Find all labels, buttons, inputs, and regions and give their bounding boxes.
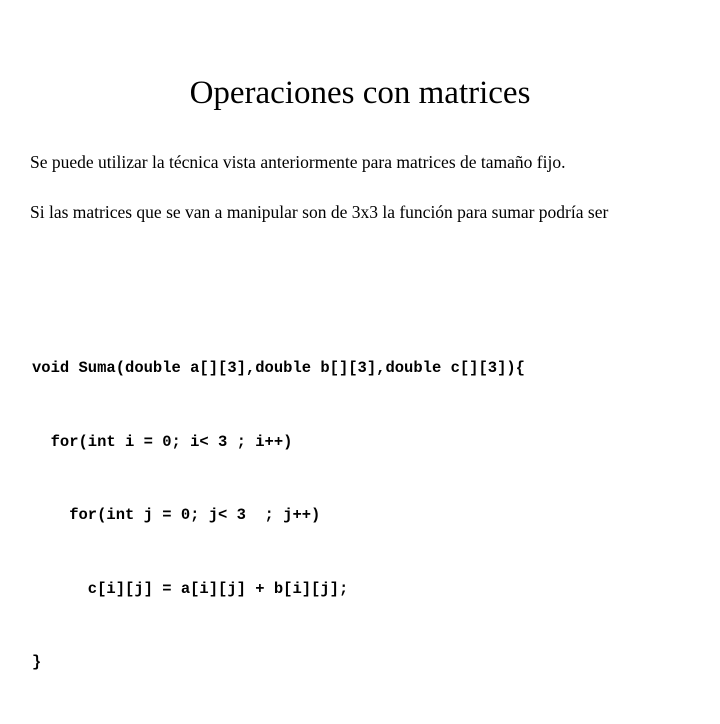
body-paragraph-1: Se puede utilizar la técnica vista anter… <box>30 152 566 172</box>
body-paragraph-2: Si las matrices que se van a manipular s… <box>30 202 609 222</box>
page-title: Operaciones con matrices <box>189 75 531 111</box>
code-line: for(int j = 0; j< 3 ; j++) <box>32 506 321 524</box>
code-line: void Suma(double a[][3],double b[][3],do… <box>32 359 525 377</box>
slide-body: Se puede utilizar la técnica vista anter… <box>30 150 682 225</box>
code-line: } <box>32 653 42 671</box>
presentation-slide: Operaciones con matrices Se puede utiliz… <box>0 0 720 671</box>
code-line: for(int i = 0; i< 3 ; i++) <box>32 432 293 451</box>
code-line: c[i][j] = a[i][j] + b[i][j]; <box>32 579 349 598</box>
code-block: void Suma(double a[][3],double b[][3],do… <box>32 307 692 724</box>
